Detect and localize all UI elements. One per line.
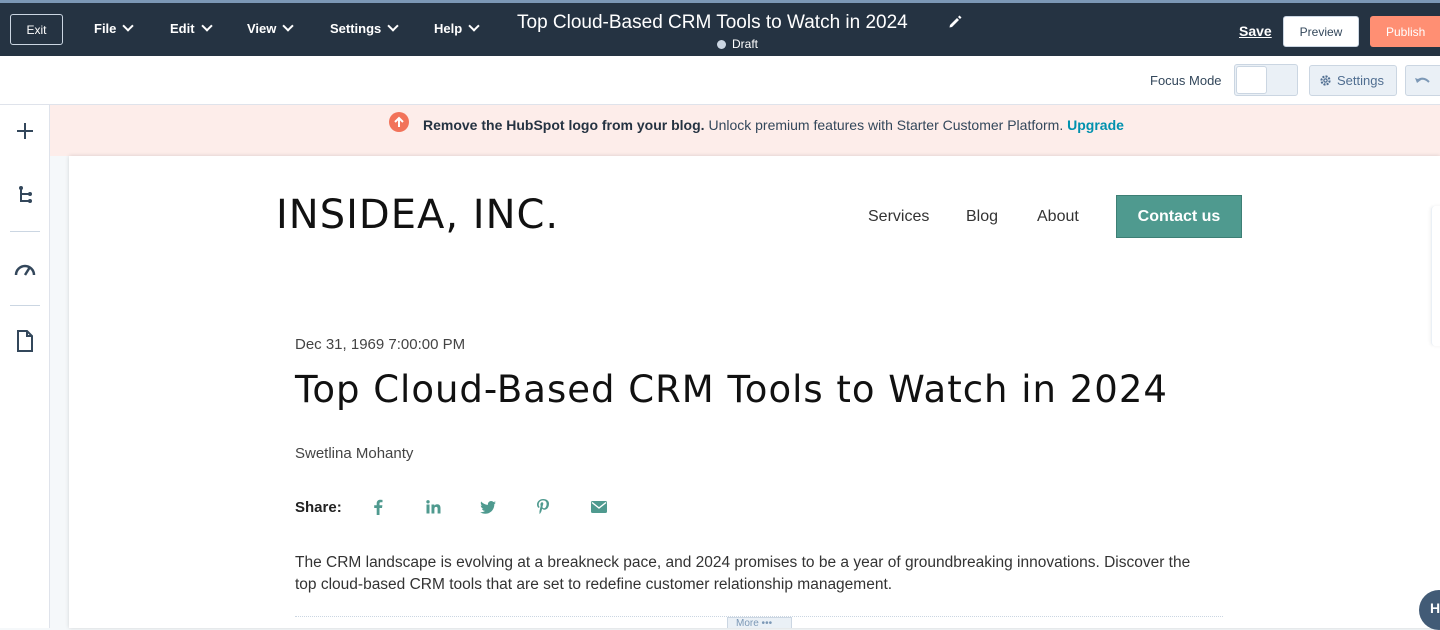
site-logo[interactable]: INSIDEA, INC. xyxy=(276,192,559,238)
chevron-down-icon xyxy=(200,20,213,32)
preview-button[interactable]: Preview xyxy=(1283,16,1359,47)
menu-help[interactable]: Help xyxy=(434,20,480,36)
draft-status-label: Draft xyxy=(732,37,759,51)
menu-settings-label: Settings xyxy=(330,21,382,36)
draft-status: Draft xyxy=(717,37,758,51)
page-file-icon[interactable] xyxy=(13,329,37,353)
focus-mode-label: Focus Mode xyxy=(1150,73,1222,88)
structure-icon[interactable] xyxy=(13,183,37,207)
nav-about[interactable]: About xyxy=(1037,208,1079,226)
rail-divider xyxy=(10,231,40,232)
post-date: Dec 31, 1969 7:00:00 PM xyxy=(295,336,466,353)
undo-button[interactable] xyxy=(1405,65,1440,96)
post-title[interactable]: Top Cloud-Based CRM Tools to Watch in 20… xyxy=(295,368,1168,411)
menu-view-label: View xyxy=(247,21,277,36)
twitter-icon[interactable] xyxy=(479,498,497,516)
facebook-icon[interactable] xyxy=(369,498,387,516)
menu-edit-label: Edit xyxy=(170,21,195,36)
toggle-knob xyxy=(1236,66,1267,94)
menu-view[interactable]: View xyxy=(247,20,295,36)
collapsed-side-panel[interactable] xyxy=(1431,206,1440,346)
nav-services[interactable]: Services xyxy=(868,208,929,226)
save-button[interactable]: Save xyxy=(1239,23,1272,39)
upgrade-link[interactable]: Upgrade xyxy=(1067,117,1124,133)
page-canvas[interactable]: INSIDEA, INC. Services Blog About Contac… xyxy=(69,156,1440,628)
settings-button[interactable]: Settings xyxy=(1309,65,1397,96)
menu-help-label: Help xyxy=(434,21,463,36)
undo-icon xyxy=(1415,77,1430,83)
document-title[interactable]: Top Cloud-Based CRM Tools to Watch in 20… xyxy=(517,12,908,34)
menu-file-label: File xyxy=(94,21,117,36)
banner-bold-text: Remove the HubSpot logo from your blog. xyxy=(423,117,705,133)
banner-text: Unlock premium features with Starter Cus… xyxy=(708,117,1064,133)
rail-divider xyxy=(10,305,40,306)
editor-toolbar: Focus Mode Settings xyxy=(0,56,1440,105)
pencil-icon[interactable] xyxy=(948,15,962,29)
contact-us-button[interactable]: Contact us xyxy=(1116,195,1242,238)
chevron-down-icon xyxy=(468,20,480,32)
linkedin-icon[interactable] xyxy=(424,498,442,516)
editor-topbar: Exit File Edit View Settings Help Top Cl… xyxy=(0,0,1440,56)
menu-settings[interactable]: Settings xyxy=(330,20,399,36)
share-label: Share: xyxy=(295,499,342,516)
menu-edit[interactable]: Edit xyxy=(170,20,213,36)
chevron-down-icon xyxy=(122,20,135,32)
left-rail xyxy=(0,105,50,628)
read-more-tag[interactable]: More ••• xyxy=(727,617,792,628)
chevron-down-icon xyxy=(282,20,295,32)
post-body[interactable]: The CRM landscape is evolving at a break… xyxy=(295,552,1215,596)
gear-icon xyxy=(1320,75,1331,86)
status-dot-icon xyxy=(717,39,726,49)
arrow-up-icon xyxy=(389,112,409,132)
post-author[interactable]: Swetlina Mohanty xyxy=(295,445,413,462)
pinterest-icon[interactable] xyxy=(534,498,552,516)
optimize-gauge-icon[interactable] xyxy=(13,257,37,281)
add-icon[interactable] xyxy=(13,119,37,143)
menu-file[interactable]: File xyxy=(94,20,135,36)
focus-mode-toggle[interactable] xyxy=(1234,64,1298,96)
nav-blog[interactable]: Blog xyxy=(966,208,998,226)
banner-message: Remove the HubSpot logo from your blog. … xyxy=(423,117,1124,133)
publish-button[interactable]: Publish xyxy=(1370,16,1440,47)
upgrade-banner: Remove the HubSpot logo from your blog. … xyxy=(50,105,1440,156)
chevron-down-icon xyxy=(387,20,399,32)
settings-button-label: Settings xyxy=(1337,73,1384,88)
exit-button[interactable]: Exit xyxy=(10,14,63,45)
email-icon[interactable] xyxy=(590,498,608,516)
